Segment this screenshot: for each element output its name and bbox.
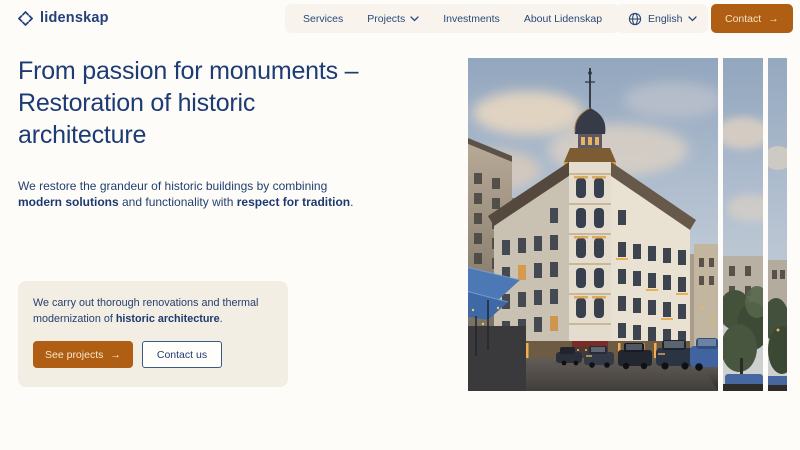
nav-item-about[interactable]: About Lidenskap xyxy=(512,4,614,33)
language-label: English xyxy=(648,13,682,25)
see-projects-button[interactable]: See projects → xyxy=(33,341,133,368)
hero-photo-peek-1 xyxy=(723,58,763,391)
brand-name: lidenskap xyxy=(40,10,109,26)
hero-photo-peek-2 xyxy=(768,58,787,391)
hero-intro-text: We restore the grandeur of historic buil… xyxy=(18,178,374,210)
hero-carousel xyxy=(468,58,787,391)
page-title: From passion for monuments – Restoration… xyxy=(18,56,390,151)
hero-photo-main xyxy=(468,58,718,391)
main-nav: Services Projects Investments About Lide… xyxy=(285,4,620,33)
nav-item-services[interactable]: Services xyxy=(291,4,355,33)
cta-card: We carry out thorough renovations and th… xyxy=(18,281,288,387)
language-selector[interactable]: English xyxy=(617,4,708,33)
brand-logo[interactable]: lidenskap xyxy=(18,10,109,26)
globe-icon xyxy=(628,12,642,26)
arrow-right-icon: → xyxy=(110,349,121,361)
header: lidenskap Services Projects Investments … xyxy=(0,0,800,40)
chevron-down-icon xyxy=(688,16,697,22)
cta-buttons: See projects → Contact us xyxy=(33,341,274,368)
chevron-down-icon xyxy=(410,16,419,22)
contact-button[interactable]: Contact → xyxy=(711,4,793,33)
logo-mark-icon xyxy=(18,11,33,26)
nav-item-investments[interactable]: Investments xyxy=(431,4,512,33)
cta-card-text: We carry out thorough renovations and th… xyxy=(33,295,279,327)
contact-us-button[interactable]: Contact us xyxy=(142,341,222,368)
arrow-right-icon: → xyxy=(768,13,779,25)
nav-item-projects[interactable]: Projects xyxy=(355,4,431,33)
